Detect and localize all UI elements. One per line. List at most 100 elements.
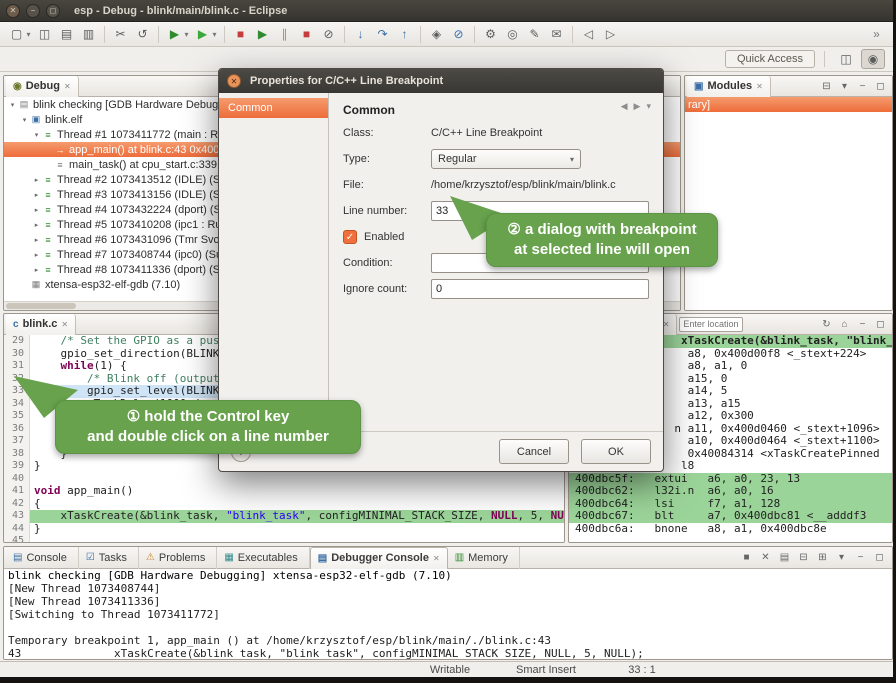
ok-button[interactable]: OK <box>581 439 651 464</box>
code-line[interactable]: 43 xTaskCreate(&blink_task, "blink_task"… <box>4 510 564 523</box>
console-tab[interactable]: ⚠ Problems <box>139 547 217 569</box>
code-line[interactable]: 45 <box>4 535 564 542</box>
view-menu-icon[interactable]: ▾ <box>836 78 853 94</box>
search-icon[interactable]: ◎ <box>502 24 523 44</box>
debug-tab[interactable]: ◉ Debug ✕ <box>6 76 79 97</box>
code-line[interactable]: 40 <box>4 473 564 486</box>
new-dropdown-icon[interactable]: ▾ <box>24 24 33 44</box>
expander-icon[interactable]: ▸ <box>31 251 42 259</box>
code-line[interactable]: 41 void app_main() <box>4 485 564 498</box>
window-maximize-button[interactable]: ◻ <box>46 4 60 18</box>
step-over-icon[interactable]: ↷ <box>372 24 393 44</box>
maximize-icon[interactable]: ◻ <box>871 550 888 566</box>
line-number[interactable]: 31 <box>4 360 30 373</box>
code-line[interactable]: 42 { <box>4 498 564 511</box>
annotate-icon[interactable]: ✎ <box>524 24 545 44</box>
toolbar-separator[interactable] <box>420 26 421 43</box>
line-number[interactable]: 43 <box>4 510 30 523</box>
terminate-icon[interactable]: ■ <box>738 550 755 566</box>
close-icon[interactable]: ✕ <box>433 554 440 563</box>
maximize-icon[interactable]: ◻ <box>872 316 889 332</box>
disassembly-line[interactable]: 400dbc62: l32i.n a6, a0, 16 <box>569 485 892 498</box>
print-icon[interactable]: ▥ <box>78 24 99 44</box>
scroll-lock-icon[interactable]: ⊟ <box>795 550 812 566</box>
disassembly-line[interactable]: 400dbc67: blt a7, 0x400dbc81 <__adddf3 <box>569 510 892 523</box>
editor-tab-blink-c[interactable]: c blink.c ✕ <box>6 314 76 335</box>
quick-access-button[interactable]: Quick Access <box>725 50 815 68</box>
dialog-close-button[interactable]: ✕ <box>227 74 241 88</box>
terminate-icon[interactable]: ■ <box>296 24 317 44</box>
expander-icon[interactable]: ▸ <box>31 236 42 244</box>
display-selected-console-icon[interactable]: ▾ <box>833 550 850 566</box>
code-line[interactable]: 44 } <box>4 523 564 536</box>
line-number[interactable]: 44 <box>4 523 30 536</box>
location-input[interactable] <box>679 317 743 332</box>
dialog-titlebar[interactable]: ✕ Properties for C/C++ Line Breakpoint <box>219 69 663 93</box>
enabled-checkbox[interactable]: ✓ <box>343 230 357 244</box>
disconnect-icon[interactable]: ⊘ <box>318 24 339 44</box>
home-icon[interactable]: ⌂ <box>836 316 853 332</box>
line-number[interactable]: 30 <box>4 348 30 361</box>
save-icon[interactable]: ◫ <box>34 24 55 44</box>
line-number[interactable]: 37 <box>4 435 30 448</box>
collapse-all-icon[interactable]: ⊟ <box>818 78 835 94</box>
resume-icon[interactable]: ▶ <box>252 24 273 44</box>
cut-icon[interactable]: ✂ <box>110 24 131 44</box>
forward-icon[interactable]: ▷ <box>600 24 621 44</box>
pin-console-icon[interactable]: ⊞ <box>814 550 831 566</box>
line-number[interactable]: 36 <box>4 423 30 436</box>
toolbar-separator[interactable] <box>344 26 345 43</box>
line-number[interactable]: 41 <box>4 485 30 498</box>
run-dropdown-icon[interactable]: ▾ <box>210 24 219 44</box>
back-icon[interactable]: ◁ <box>578 24 599 44</box>
console-tab[interactable]: ▤ Debugger Console ✕ <box>310 547 448 569</box>
console-tab[interactable]: ☑ Tasks <box>79 547 139 569</box>
cancel-button[interactable]: Cancel <box>499 439 569 464</box>
forward-icon[interactable]: ▶ <box>634 101 641 112</box>
line-number[interactable]: 42 <box>4 498 30 511</box>
window-minimize-button[interactable]: − <box>26 4 40 18</box>
minimize-icon[interactable]: − <box>854 316 871 332</box>
line-number[interactable]: 45 <box>4 535 30 542</box>
overflow-icon[interactable]: » <box>866 24 887 44</box>
close-icon[interactable]: ✕ <box>756 82 763 91</box>
back-icon[interactable]: ◀ <box>621 101 628 112</box>
console-output[interactable]: blink checking [GDB Hardware Debugging] … <box>4 569 892 659</box>
type-select[interactable]: Regular ▾ <box>431 149 581 169</box>
maximize-icon[interactable]: ◻ <box>872 78 889 94</box>
console-tab[interactable]: ▥ Memory <box>448 547 520 569</box>
close-icon[interactable]: ✕ <box>64 82 71 91</box>
expander-icon[interactable]: ▸ <box>31 176 42 184</box>
debug-perspective-icon[interactable]: ◉ <box>861 49 885 69</box>
stop-icon[interactable]: ■ <box>230 24 251 44</box>
save-all-icon[interactable]: ▤ <box>56 24 77 44</box>
module-selected-row[interactable]: rary] <box>685 97 892 112</box>
expander-icon[interactable]: ▾ <box>31 131 42 139</box>
disassembly-line[interactable]: 400dbc6a: bnone a8, a1, 0x400dbc8e <box>569 523 892 536</box>
build-icon[interactable]: ⚙ <box>480 24 501 44</box>
expander-icon[interactable]: ▸ <box>31 221 42 229</box>
remove-launch-icon[interactable]: ✕ <box>757 550 774 566</box>
close-icon[interactable]: ✕ <box>61 320 68 329</box>
line-number[interactable]: 38 <box>4 448 30 461</box>
expander-icon[interactable]: ▾ <box>7 101 18 109</box>
refresh-icon[interactable]: ↻ <box>818 316 835 332</box>
toolbar-separator[interactable] <box>572 26 573 43</box>
scrollbar-thumb[interactable] <box>6 303 76 309</box>
expander-icon[interactable]: ▸ <box>31 266 42 274</box>
toolbar-separator[interactable] <box>158 26 159 43</box>
line-number[interactable]: 40 <box>4 473 30 486</box>
toolbar-separator[interactable] <box>474 26 475 43</box>
modules-tab[interactable]: ▣ Modules ✕ <box>687 76 771 97</box>
expander-icon[interactable]: ▾ <box>19 116 30 124</box>
instruction-stepping-icon[interactable]: ◈ <box>426 24 447 44</box>
open-perspective-icon[interactable]: ◫ <box>834 49 858 69</box>
line-number[interactable]: 39 <box>4 460 30 473</box>
mail-icon[interactable]: ✉ <box>546 24 567 44</box>
step-into-icon[interactable]: ↓ <box>350 24 371 44</box>
toolbar-separator[interactable] <box>104 26 105 43</box>
line-number[interactable]: 29 <box>4 335 30 348</box>
disassembly-line[interactable]: 400dbc5f: extui a6, a0, 23, 13 <box>569 473 892 486</box>
minimize-icon[interactable]: − <box>852 550 869 566</box>
history-dropdown-icon[interactable]: ▾ <box>646 101 651 112</box>
